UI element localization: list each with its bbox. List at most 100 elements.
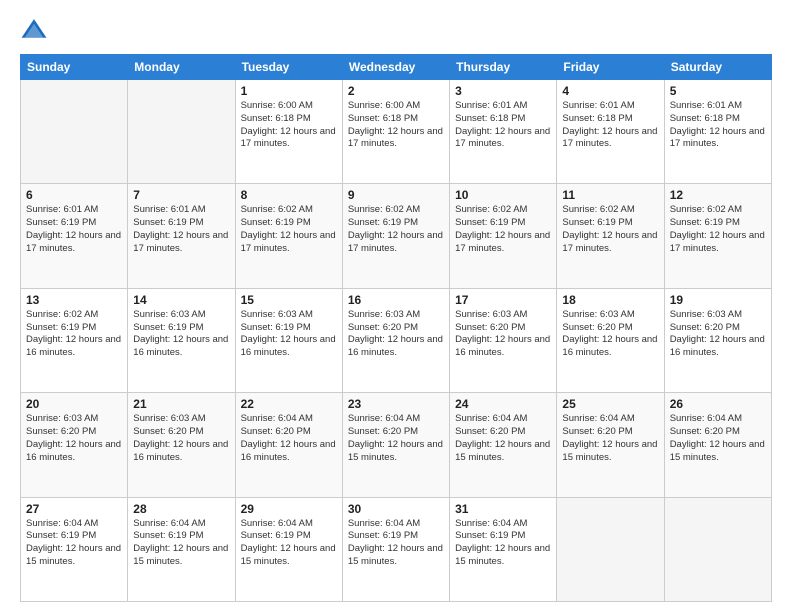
day-number: 23 [348,397,444,411]
day-number: 12 [670,188,766,202]
calendar-week-5: 27 Sunrise: 6:04 AMSunset: 6:19 PMDayligh… [21,497,772,601]
day-number: 20 [26,397,122,411]
day-number: 24 [455,397,551,411]
calendar-week-3: 13 Sunrise: 6:02 AMSunset: 6:19 PMDayligh… [21,288,772,392]
calendar-cell: 3 Sunrise: 6:01 AMSunset: 6:18 PMDaylight… [450,80,557,184]
day-number: 2 [348,84,444,98]
day-header-monday: Monday [128,55,235,80]
calendar-cell: 11 Sunrise: 6:02 AMSunset: 6:19 PMDayligh… [557,184,664,288]
day-info: Sunrise: 6:01 AMSunset: 6:18 PMDaylight:… [670,100,766,151]
day-number: 19 [670,293,766,307]
calendar-header-row: SundayMondayTuesdayWednesdayThursdayFrid… [21,55,772,80]
day-info: Sunrise: 6:02 AMSunset: 6:19 PMDaylight:… [670,204,766,255]
day-number: 28 [133,502,229,516]
day-info: Sunrise: 6:01 AMSunset: 6:18 PMDaylight:… [455,100,551,151]
calendar-cell: 9Sunrise: 6:02 AMSunset: 6:19 PMDaylight… [342,184,449,288]
day-info: Sunrise: 6:04 AMSunset: 6:20 PMDaylight:… [455,413,551,464]
day-info: Sunrise: 6:01 AMSunset: 6:19 PMDaylight:… [26,204,122,255]
calendar-cell [21,80,128,184]
calendar-cell: 10Sunrise: 6:02 AMSunset: 6:19 PMDayligh… [450,184,557,288]
day-number: 1 [241,84,337,98]
calendar: SundayMondayTuesdayWednesdayThursdayFrid… [20,54,772,602]
day-number: 21 [133,397,229,411]
calendar-cell: 20 Sunrise: 6:03 AMSunset: 6:20 PMDayligh… [21,393,128,497]
logo [20,16,52,44]
day-number: 13 [26,293,122,307]
logo-icon [20,16,48,44]
calendar-week-1: 1 Sunrise: 6:00 AMSunset: 6:18 PMDaylight… [21,80,772,184]
day-number: 7 [133,188,229,202]
day-header-tuesday: Tuesday [235,55,342,80]
calendar-cell: 24 Sunrise: 6:04 AMSunset: 6:20 PMDayligh… [450,393,557,497]
calendar-cell: 30 Sunrise: 6:04 AMSunset: 6:19 PMDayligh… [342,497,449,601]
calendar-cell: 8Sunrise: 6:02 AMSunset: 6:19 PMDaylight… [235,184,342,288]
calendar-cell: 31 Sunrise: 6:04 AMSunset: 6:19 PMDayligh… [450,497,557,601]
calendar-cell: 27 Sunrise: 6:04 AMSunset: 6:19 PMDayligh… [21,497,128,601]
day-info: Sunrise: 6:02 AMSunset: 6:19 PMDaylight:… [26,309,122,360]
calendar-cell: 15Sunrise: 6:03 AMSunset: 6:19 PMDayligh… [235,288,342,392]
day-number: 18 [562,293,658,307]
calendar-cell: 29 Sunrise: 6:04 AMSunset: 6:19 PMDayligh… [235,497,342,601]
day-info: Sunrise: 6:03 AMSunset: 6:20 PMDaylight:… [26,413,122,464]
day-info: Sunrise: 6:04 AMSunset: 6:20 PMDaylight:… [670,413,766,464]
calendar-cell: 28 Sunrise: 6:04 AMSunset: 6:19 PMDayligh… [128,497,235,601]
day-info: Sunrise: 6:02 AMSunset: 6:19 PMDaylight:… [455,204,551,255]
day-number: 30 [348,502,444,516]
day-info: Sunrise: 6:02 AMSunset: 6:19 PMDaylight:… [241,204,337,255]
day-info: Sunrise: 6:03 AMSunset: 6:20 PMDaylight:… [455,309,551,360]
day-number: 27 [26,502,122,516]
calendar-week-4: 20 Sunrise: 6:03 AMSunset: 6:20 PMDayligh… [21,393,772,497]
calendar-cell: 4Sunrise: 6:01 AMSunset: 6:18 PMDaylight… [557,80,664,184]
calendar-cell: 23 Sunrise: 6:04 AMSunset: 6:20 PMDayligh… [342,393,449,497]
header [20,16,772,44]
calendar-cell: 18 Sunrise: 6:03 AMSunset: 6:20 PMDayligh… [557,288,664,392]
day-number: 31 [455,502,551,516]
day-number: 14 [133,293,229,307]
day-number: 22 [241,397,337,411]
day-number: 16 [348,293,444,307]
day-info: Sunrise: 6:03 AMSunset: 6:19 PMDaylight:… [241,309,337,360]
day-number: 26 [670,397,766,411]
calendar-cell [664,497,771,601]
day-info: Sunrise: 6:03 AMSunset: 6:19 PMDaylight:… [133,309,229,360]
day-number: 29 [241,502,337,516]
day-info: Sunrise: 6:04 AMSunset: 6:20 PMDaylight:… [241,413,337,464]
day-info: Sunrise: 6:04 AMSunset: 6:19 PMDaylight:… [133,518,229,569]
calendar-cell: 12 Sunrise: 6:02 AMSunset: 6:19 PMDayligh… [664,184,771,288]
calendar-cell: 21Sunrise: 6:03 AMSunset: 6:20 PMDayligh… [128,393,235,497]
day-number: 5 [670,84,766,98]
day-info: Sunrise: 6:01 AMSunset: 6:19 PMDaylight:… [133,204,229,255]
day-info: Sunrise: 6:02 AMSunset: 6:19 PMDaylight:… [562,204,658,255]
calendar-cell: 1 Sunrise: 6:00 AMSunset: 6:18 PMDaylight… [235,80,342,184]
calendar-cell: 17 Sunrise: 6:03 AMSunset: 6:20 PMDayligh… [450,288,557,392]
day-number: 17 [455,293,551,307]
calendar-cell: 6 Sunrise: 6:01 AMSunset: 6:19 PMDaylight… [21,184,128,288]
day-info: Sunrise: 6:04 AMSunset: 6:19 PMDaylight:… [348,518,444,569]
day-info: Sunrise: 6:00 AMSunset: 6:18 PMDaylight:… [241,100,337,151]
day-info: Sunrise: 6:03 AMSunset: 6:20 PMDaylight:… [348,309,444,360]
day-info: Sunrise: 6:03 AMSunset: 6:20 PMDaylight:… [562,309,658,360]
day-number: 4 [562,84,658,98]
day-info: Sunrise: 6:03 AMSunset: 6:20 PMDaylight:… [670,309,766,360]
day-number: 25 [562,397,658,411]
day-info: Sunrise: 6:02 AMSunset: 6:19 PMDaylight:… [348,204,444,255]
calendar-cell [557,497,664,601]
day-number: 11 [562,188,658,202]
day-header-friday: Friday [557,55,664,80]
day-info: Sunrise: 6:04 AMSunset: 6:19 PMDaylight:… [241,518,337,569]
day-header-sunday: Sunday [21,55,128,80]
day-info: Sunrise: 6:04 AMSunset: 6:19 PMDaylight:… [26,518,122,569]
day-number: 3 [455,84,551,98]
calendar-cell: 22 Sunrise: 6:04 AMSunset: 6:20 PMDayligh… [235,393,342,497]
day-number: 6 [26,188,122,202]
page: SundayMondayTuesdayWednesdayThursdayFrid… [0,0,792,612]
day-info: Sunrise: 6:04 AMSunset: 6:19 PMDaylight:… [455,518,551,569]
day-header-wednesday: Wednesday [342,55,449,80]
day-info: Sunrise: 6:04 AMSunset: 6:20 PMDaylight:… [562,413,658,464]
day-info: Sunrise: 6:04 AMSunset: 6:20 PMDaylight:… [348,413,444,464]
calendar-cell: 7 Sunrise: 6:01 AMSunset: 6:19 PMDaylight… [128,184,235,288]
calendar-cell [128,80,235,184]
calendar-cell: 19 Sunrise: 6:03 AMSunset: 6:20 PMDayligh… [664,288,771,392]
day-header-thursday: Thursday [450,55,557,80]
calendar-cell: 25 Sunrise: 6:04 AMSunset: 6:20 PMDayligh… [557,393,664,497]
